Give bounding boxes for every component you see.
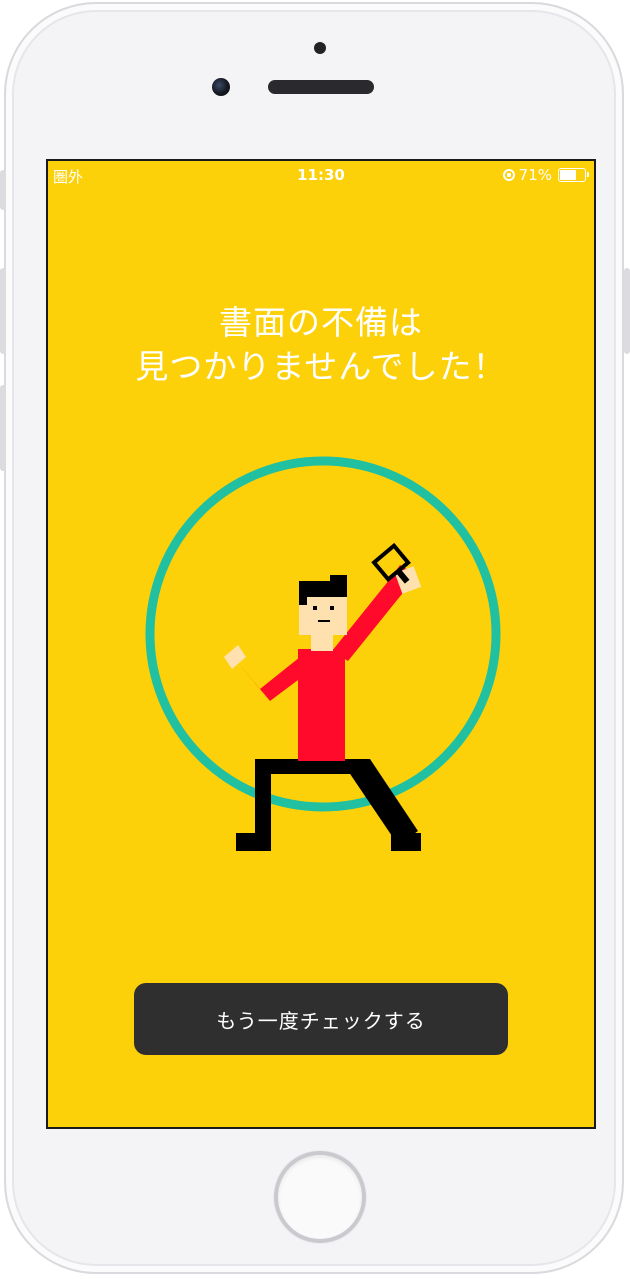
power-button[interactable] <box>624 268 630 354</box>
proximity-sensor <box>314 42 326 54</box>
volume-up-button[interactable] <box>0 268 6 354</box>
pixel-man-left-arm <box>224 645 310 701</box>
home-button[interactable] <box>274 1151 366 1243</box>
earpiece-speaker <box>268 80 374 94</box>
front-camera <box>212 78 230 96</box>
volume-down-button[interactable] <box>0 385 6 471</box>
phone-frame: 圏外 11:30 71% 書面の不備は 見つかりませんでした！ もう一度チェック… <box>4 2 624 1274</box>
recheck-button[interactable]: もう一度チェックする <box>134 983 508 1055</box>
pixel-man-head <box>299 575 347 635</box>
app-screen: 圏外 11:30 71% 書面の不備は 見つかりませんでした！ もう一度チェック… <box>46 159 596 1129</box>
mute-switch[interactable] <box>0 170 6 210</box>
